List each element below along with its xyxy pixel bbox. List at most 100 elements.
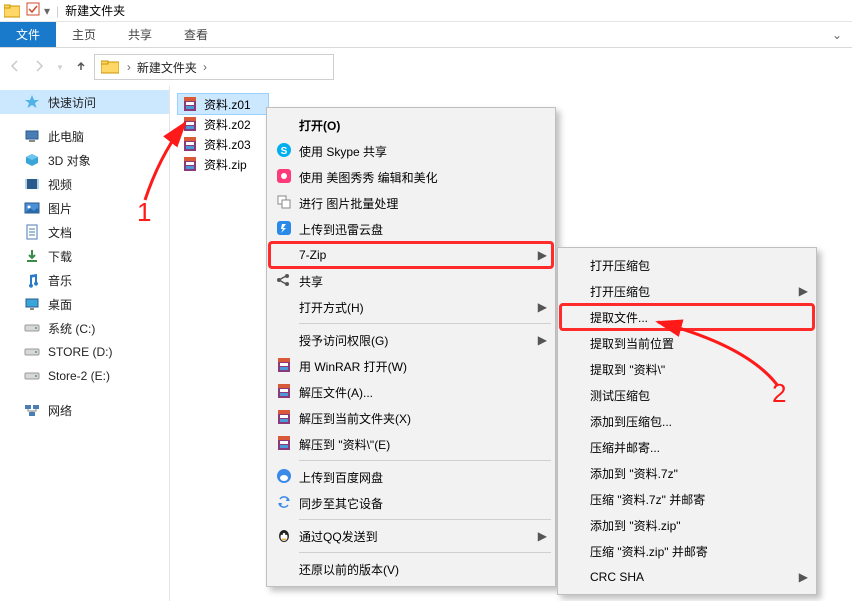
baidu-icon: [276, 468, 292, 487]
sidebar-item[interactable]: STORE (D:): [0, 340, 169, 364]
menu-item[interactable]: 授予访问权限(G)▶: [269, 327, 553, 353]
menu-item[interactable]: 解压到当前文件夹(X): [269, 405, 553, 431]
sidebar-item[interactable]: 网络: [0, 398, 169, 422]
tab-share[interactable]: 共享: [112, 22, 168, 47]
menu-item[interactable]: 提取到当前位置: [560, 330, 814, 356]
menu-item[interactable]: 添加到 "资料.7z": [560, 460, 814, 486]
qat-check-icon[interactable]: [26, 2, 40, 19]
menu-item-label: 提取到 "资料\": [590, 361, 796, 378]
menu-item-label: 还原以前的版本(V): [299, 561, 535, 578]
breadcrumb-item[interactable]: 新建文件夹: [133, 59, 201, 76]
sidebar-item[interactable]: 视频: [0, 172, 169, 196]
sidebar-item[interactable]: 快速访问: [0, 90, 169, 114]
network-icon: [24, 402, 40, 418]
file-item[interactable]: 资料.z01: [178, 94, 268, 114]
separator: |: [56, 4, 59, 18]
menu-item-label: 通过QQ发送到: [299, 528, 535, 545]
menu-item[interactable]: 7-Zip▶: [269, 242, 553, 268]
menu-item[interactable]: 解压到 "资料\"(E): [269, 431, 553, 457]
menu-item[interactable]: 压缩 "资料.7z" 并邮寄: [560, 486, 814, 512]
file-item[interactable]: 资料.z03: [178, 134, 268, 154]
menu-item-label: 共享: [299, 273, 535, 290]
sidebar-item-label: 系统 (C:): [48, 320, 95, 337]
chevron-right-icon: ▶: [799, 284, 808, 298]
file-item[interactable]: 资料.zip: [178, 154, 268, 174]
menu-item-label: 进行 图片批量处理: [299, 195, 535, 212]
menu-item[interactable]: 使用 美图秀秀 编辑和美化: [269, 164, 553, 190]
menu-item[interactable]: 上传到迅雷云盘: [269, 216, 553, 242]
menu-item-label: 打开压缩包: [590, 257, 796, 274]
sidebar-item-label: 视频: [48, 176, 72, 193]
menu-item[interactable]: 添加到 "资料.zip": [560, 512, 814, 538]
menu-item[interactable]: 压缩 "资料.zip" 并邮寄: [560, 538, 814, 564]
menu-item[interactable]: 通过QQ发送到▶: [269, 523, 553, 549]
ribbon-expand-icon[interactable]: ⌄: [822, 22, 852, 47]
menu-item[interactable]: 添加到压缩包...: [560, 408, 814, 434]
chevron-right-icon: ▶: [538, 529, 547, 543]
sidebar-item[interactable]: Store-2 (E:): [0, 364, 169, 388]
nav-back-icon[interactable]: [8, 59, 22, 76]
chevron-right-icon: ▶: [538, 333, 547, 347]
menu-item-label: 授予访问权限(G): [299, 332, 535, 349]
breadcrumb[interactable]: › 新建文件夹 ›: [94, 54, 334, 80]
nav-forward-icon[interactable]: [32, 59, 46, 76]
chevron-right-icon: ▶: [538, 300, 547, 314]
sidebar-item[interactable]: 桌面: [0, 292, 169, 316]
menu-separator: [299, 460, 551, 461]
menu-item-label: 添加到 "资料.zip": [590, 517, 796, 534]
menu-item[interactable]: 共享: [269, 268, 553, 294]
file-name: 资料.zip: [204, 156, 247, 173]
chevron-right-icon: ▶: [538, 248, 547, 262]
sidebar-item[interactable]: 系统 (C:): [0, 316, 169, 340]
docs-icon: [24, 224, 40, 240]
chevron-right-icon[interactable]: ›: [125, 60, 133, 74]
menu-item[interactable]: 用 WinRAR 打开(W): [269, 353, 553, 379]
menu-item[interactable]: 提取文件...: [560, 304, 814, 330]
sidebar-item[interactable]: 3D 对象: [0, 148, 169, 172]
tab-view[interactable]: 查看: [168, 22, 224, 47]
menu-item[interactable]: 进行 图片批量处理: [269, 190, 553, 216]
chevron-right-icon[interactable]: ›: [201, 60, 209, 74]
menu-separator: [299, 323, 551, 324]
menu-item[interactable]: 上传到百度网盘: [269, 464, 553, 490]
menu-item[interactable]: 打开(O): [269, 112, 553, 138]
tab-home[interactable]: 主页: [56, 22, 112, 47]
menu-item[interactable]: 打开方式(H)▶: [269, 294, 553, 320]
menu-item-label: 打开压缩包: [590, 283, 796, 300]
rar-icon: [276, 409, 292, 428]
menu-item[interactable]: 压缩并邮寄...: [560, 434, 814, 460]
sidebar-item-label: 快速访问: [48, 94, 96, 111]
sidebar-item[interactable]: 下载: [0, 244, 169, 268]
nav-recent-dropdown-icon[interactable]: ▼: [56, 63, 64, 72]
nav-up-icon[interactable]: [74, 59, 88, 76]
archive-icon: [182, 116, 198, 132]
annotation-number-1: 1: [137, 197, 151, 228]
sidebar-item[interactable]: 音乐: [0, 268, 169, 292]
menu-item[interactable]: 解压文件(A)...: [269, 379, 553, 405]
menu-item[interactable]: 还原以前的版本(V): [269, 556, 553, 582]
window-title: 新建文件夹: [65, 2, 125, 19]
menu-item-label: 打开(O): [299, 117, 535, 134]
archive-icon: [182, 136, 198, 152]
sidebar-item-label: 桌面: [48, 296, 72, 313]
menu-item[interactable]: 同步至其它设备: [269, 490, 553, 516]
file-item[interactable]: 资料.z02: [178, 114, 268, 134]
menu-item[interactable]: S使用 Skype 共享: [269, 138, 553, 164]
sidebar-item-label: 3D 对象: [48, 152, 91, 169]
tab-file[interactable]: 文件: [0, 22, 56, 47]
drive-icon: [24, 368, 40, 384]
qat-dropdown-icon[interactable]: ▾: [44, 4, 50, 18]
sidebar-item-label: 下载: [48, 248, 72, 265]
menu-item-label: 7-Zip: [299, 248, 535, 262]
menu-item[interactable]: CRC SHA▶: [560, 564, 814, 590]
sidebar-item-label: 音乐: [48, 272, 72, 289]
menu-item[interactable]: 打开压缩包▶: [560, 278, 814, 304]
batch-icon: [276, 194, 292, 213]
menu-item[interactable]: 打开压缩包: [560, 252, 814, 278]
sidebar: 快速访问此电脑3D 对象视频图片文档下载音乐桌面系统 (C:)STORE (D:…: [0, 86, 170, 601]
sidebar-item[interactable]: 此电脑: [0, 124, 169, 148]
menu-item-label: 解压文件(A)...: [299, 384, 535, 401]
menu-item-label: 压缩 "资料.7z" 并邮寄: [590, 491, 796, 508]
menu-separator: [299, 519, 551, 520]
sidebar-item-label: Store-2 (E:): [48, 369, 110, 383]
